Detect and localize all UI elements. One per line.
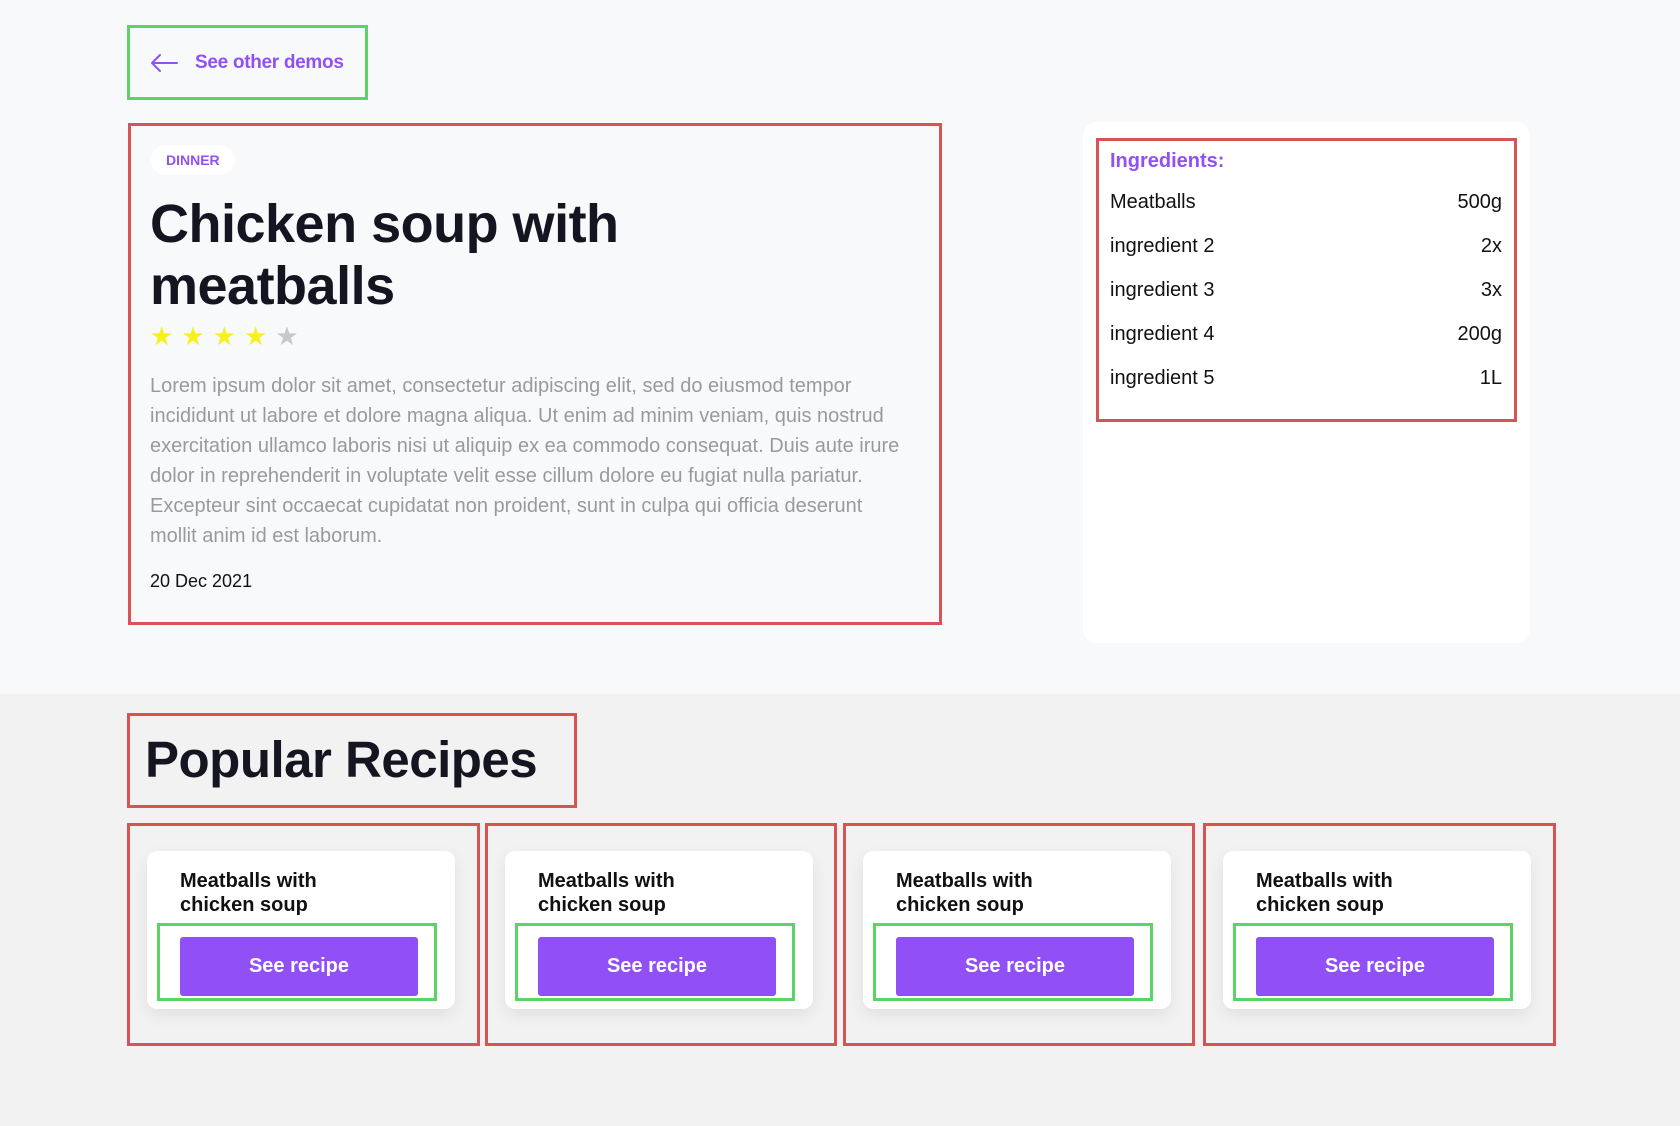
ingredient-amount: 200g bbox=[1457, 323, 1503, 345]
back-link-label: See other demos bbox=[195, 51, 344, 73]
ingredients-title: Ingredients: bbox=[1110, 150, 1225, 172]
ingredient-row: ingredient 3 3x bbox=[1110, 278, 1502, 322]
ingredient-amount: 1L bbox=[1479, 367, 1502, 389]
star-icon: ★ bbox=[275, 321, 299, 351]
recipe-card-title: Meatballs with chicken soup bbox=[896, 870, 1033, 916]
recipe-card-title: Meatballs with chicken soup bbox=[538, 870, 675, 916]
recipe-details: DINNER Chicken soup with meatballs ★ ★ ★ ★ ★… bbox=[128, 123, 942, 625]
ingredient-row: Meatballs 500g bbox=[1110, 190, 1502, 234]
ingredient-amount: 500g bbox=[1457, 191, 1503, 213]
ingredient-name: ingredient 3 bbox=[1110, 279, 1215, 301]
ingredient-name: ingredient 2 bbox=[1110, 235, 1215, 257]
recipe-date: 20 Dec 2021 bbox=[150, 571, 253, 591]
ingredient-row: ingredient 2 2x bbox=[1110, 234, 1502, 278]
star-icon: ★ bbox=[150, 321, 174, 351]
arrow-left-icon bbox=[151, 53, 178, 72]
ingredient-row: ingredient 4 200g bbox=[1110, 322, 1502, 366]
ingredient-amount: 2x bbox=[1480, 235, 1502, 257]
recipe-card: Meatballs with chicken soup See recipe bbox=[505, 851, 813, 1009]
recipe-title: Chicken soup with meatballs bbox=[150, 194, 619, 316]
list-item: Meatballs with chicken soup See recipe bbox=[127, 823, 480, 1046]
ingredients-list: Ingredients: Meatballs 500g ingredient 2… bbox=[1096, 138, 1517, 422]
star-icon: ★ bbox=[212, 321, 236, 351]
ingredient-name: Meatballs bbox=[1110, 191, 1196, 213]
star-rating: ★ ★ ★ ★ ★ bbox=[150, 321, 299, 351]
list-item: Meatballs with chicken soup See recipe bbox=[485, 823, 837, 1046]
see-other-demos-link[interactable]: See other demos bbox=[127, 25, 368, 100]
recipe-card: Meatballs with chicken soup See recipe bbox=[1223, 851, 1531, 1009]
see-recipe-button[interactable]: See recipe bbox=[1256, 937, 1494, 996]
recipe-card: Meatballs with chicken soup See recipe bbox=[863, 851, 1171, 1009]
list-item: Meatballs with chicken soup See recipe bbox=[843, 823, 1195, 1046]
recipe-description: Lorem ipsum dolor sit amet, consectetur … bbox=[150, 375, 900, 547]
recipe-card: Meatballs with chicken soup See recipe bbox=[147, 851, 455, 1009]
category-badge: DINNER bbox=[151, 145, 235, 175]
ingredient-name: ingredient 5 bbox=[1110, 367, 1215, 389]
star-icon: ★ bbox=[181, 321, 205, 351]
ingredient-row: ingredient 5 1L bbox=[1110, 366, 1502, 410]
star-icon: ★ bbox=[243, 321, 268, 351]
ingredient-name: ingredient 4 bbox=[1110, 323, 1215, 345]
list-item: Meatballs with chicken soup See recipe bbox=[1203, 823, 1556, 1046]
recipe-card-title: Meatballs with chicken soup bbox=[1256, 870, 1393, 916]
see-recipe-button[interactable]: See recipe bbox=[538, 937, 776, 996]
recipe-card-title: Meatballs with chicken soup bbox=[180, 870, 317, 916]
popular-recipes-title: Popular Recipes bbox=[145, 731, 538, 788]
see-recipe-button[interactable]: See recipe bbox=[180, 937, 418, 996]
see-recipe-button[interactable]: See recipe bbox=[896, 937, 1134, 996]
ingredient-amount: 3x bbox=[1480, 279, 1502, 301]
